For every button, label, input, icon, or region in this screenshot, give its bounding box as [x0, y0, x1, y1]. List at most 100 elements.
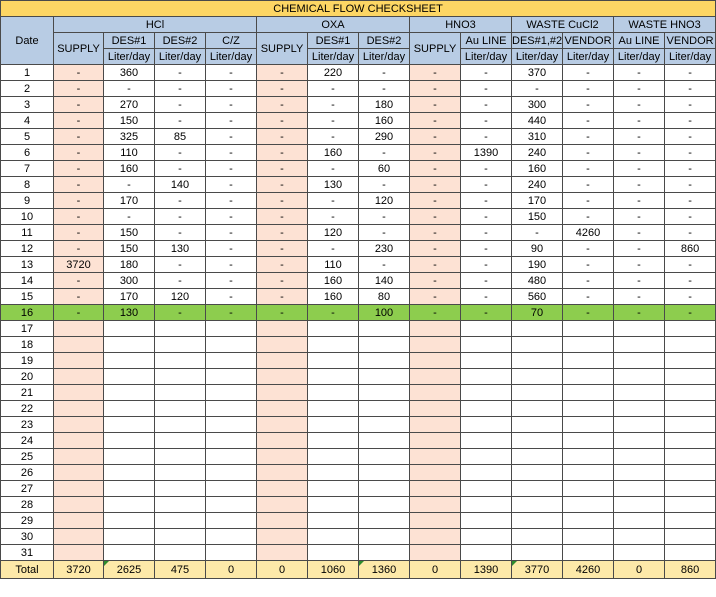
value-cell: -: [53, 128, 104, 145]
value-cell: [358, 464, 410, 481]
value-cell: -: [562, 176, 614, 193]
value-cell: -: [460, 256, 512, 273]
value-cell: -: [409, 240, 461, 257]
value-cell: [53, 368, 104, 385]
value-cell: [103, 544, 155, 561]
value-cell: [256, 448, 308, 465]
value-cell: -: [53, 80, 104, 97]
value-cell: [53, 464, 104, 481]
value-cell: [562, 352, 614, 369]
value-cell: [256, 352, 308, 369]
value-cell: -: [205, 224, 257, 241]
total-cell: 1060: [307, 560, 359, 579]
value-cell: -: [154, 112, 206, 129]
date-cell: 26: [0, 464, 54, 481]
date-cell: 1: [0, 64, 54, 81]
value-cell: [663, 448, 716, 465]
value-cell: -: [613, 192, 665, 209]
value-cell: [205, 432, 257, 449]
value-cell: -: [562, 64, 614, 81]
date-cell: 14: [0, 272, 54, 289]
table-row: 2-------------: [0, 80, 716, 97]
group-header: HCl: [53, 16, 257, 33]
value-cell: -: [307, 192, 359, 209]
value-cell: -: [205, 112, 257, 129]
column-header: DES#2: [358, 32, 410, 49]
value-cell: -: [460, 192, 512, 209]
value-cell: -: [613, 112, 665, 129]
value-cell: [511, 352, 563, 369]
value-cell: 150: [511, 208, 563, 225]
value-cell: [154, 448, 206, 465]
value-cell: [613, 352, 665, 369]
value-cell: -: [409, 64, 461, 81]
value-cell: -: [205, 208, 257, 225]
date-cell: 17: [0, 320, 54, 337]
value-cell: [460, 336, 512, 353]
value-cell: -: [511, 224, 563, 241]
value-cell: [307, 512, 359, 529]
value-cell: [562, 400, 614, 417]
value-cell: [307, 320, 359, 337]
total-cell: 860: [663, 560, 716, 579]
value-cell: [358, 384, 410, 401]
value-cell: -: [663, 128, 716, 145]
value-cell: -: [256, 224, 308, 241]
date-cell: 22: [0, 400, 54, 417]
value-cell: -: [256, 80, 308, 97]
value-cell: -: [562, 96, 614, 113]
value-cell: 160: [307, 144, 359, 161]
table-row: 13 3720 180- - -110- - -190- - -: [0, 256, 716, 273]
value-cell: 70: [511, 304, 563, 321]
value-cell: 360: [103, 64, 155, 81]
value-cell: [205, 352, 257, 369]
unit-label: Liter/day: [613, 48, 665, 65]
value-cell: -: [409, 304, 461, 321]
value-cell: -: [562, 192, 614, 209]
value-cell: -: [256, 128, 308, 145]
supply-header: SUPPLY: [409, 32, 461, 65]
date-cell: 11: [0, 224, 54, 241]
value-cell: [511, 512, 563, 529]
value-cell: -: [154, 160, 206, 177]
value-cell: 110: [103, 144, 155, 161]
value-cell: [256, 416, 308, 433]
value-cell: -: [562, 208, 614, 225]
value-cell: -: [307, 160, 359, 177]
value-cell: [409, 320, 461, 337]
value-cell: [154, 400, 206, 417]
value-cell: -: [460, 272, 512, 289]
date-cell: 24: [0, 432, 54, 449]
value-cell: -: [53, 160, 104, 177]
value-cell: -: [53, 240, 104, 257]
table-row: 3-270- - - -180- -300- - -: [0, 96, 716, 113]
table-row: 6-110- - -160- -1390 240- - -: [0, 144, 716, 161]
table-row: 26: [0, 464, 716, 481]
value-cell: [256, 480, 308, 497]
value-cell: [562, 512, 614, 529]
value-cell: [205, 512, 257, 529]
value-cell: [53, 352, 104, 369]
value-cell: -: [256, 112, 308, 129]
value-cell: -: [409, 288, 461, 305]
value-cell: -: [663, 96, 716, 113]
value-cell: [205, 528, 257, 545]
value-cell: -: [256, 240, 308, 257]
table-row: 11-150- - -120- - - -4260- -: [0, 224, 716, 241]
value-cell: [205, 400, 257, 417]
chemical-flow-sheet: CHEMICAL FLOW CHECKSHEET Date HCl OXA HNO3…: [0, 0, 716, 579]
value-cell: -: [460, 64, 512, 81]
value-cell: [53, 400, 104, 417]
value-cell: 120: [307, 224, 359, 241]
value-cell: -: [613, 304, 665, 321]
value-cell: -: [205, 304, 257, 321]
value-cell: -: [409, 176, 461, 193]
value-cell: 100: [358, 304, 410, 321]
value-cell: -: [53, 144, 104, 161]
group-header: WASTE CuCl2: [511, 16, 614, 33]
table-row: 20: [0, 368, 716, 385]
table-row: 31: [0, 544, 716, 561]
value-cell: [256, 496, 308, 513]
column-header: VENDOR: [663, 32, 716, 49]
value-cell: 480: [511, 272, 563, 289]
